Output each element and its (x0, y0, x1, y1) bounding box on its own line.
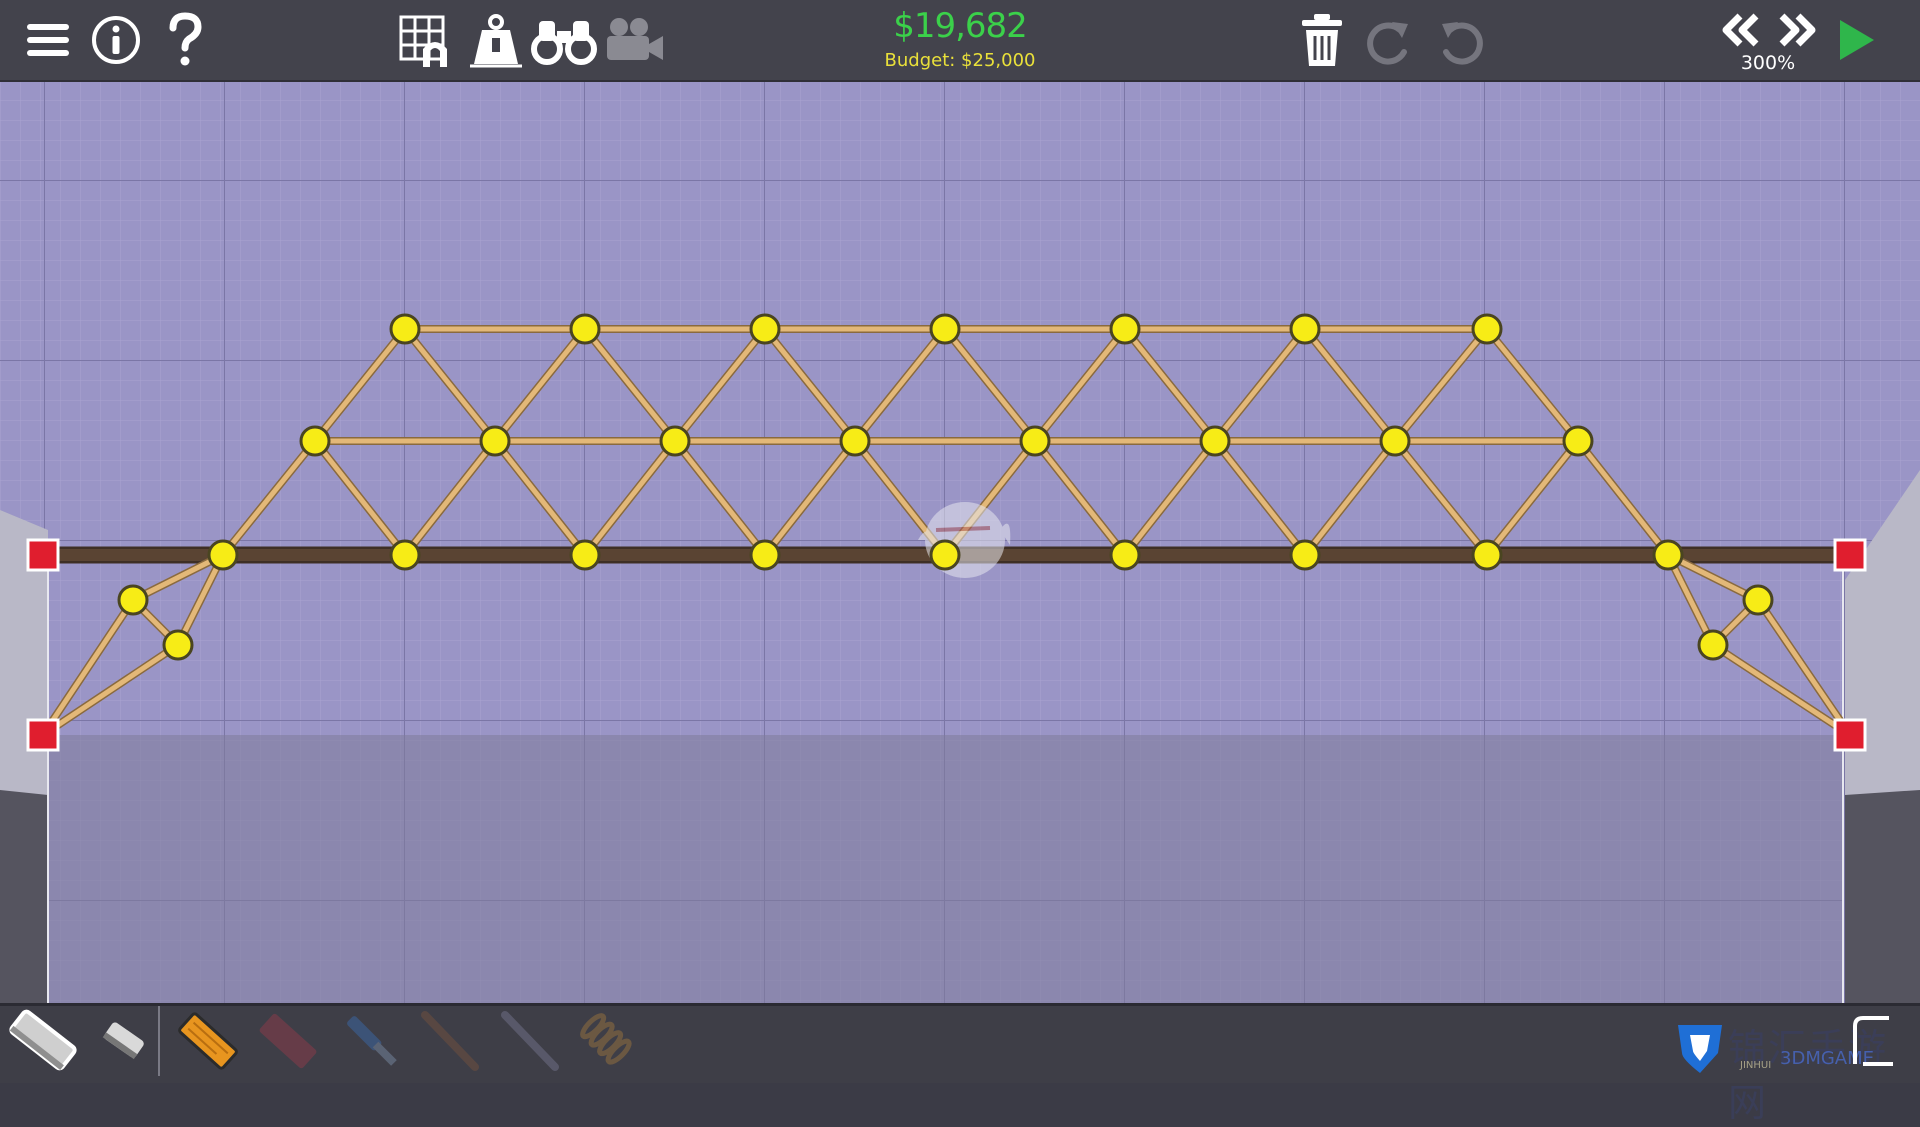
budget-label: Budget: $25,000 (884, 50, 1036, 71)
bridge-joint[interactable] (207, 539, 239, 571)
bridge-joint[interactable] (1471, 313, 1503, 345)
exit-icon[interactable] (1846, 1010, 1902, 1070)
help-icon[interactable] (160, 10, 210, 70)
bridge-joint[interactable] (929, 313, 961, 345)
right-cliff-shadow (1845, 790, 1920, 1003)
bridge-joint[interactable] (389, 313, 421, 345)
anchor-point (26, 538, 60, 572)
bridge-joint[interactable] (162, 629, 194, 661)
bridge-joint[interactable] (1379, 425, 1411, 457)
bridge-joint[interactable] (1562, 425, 1594, 457)
grid-snap-icon[interactable] (396, 10, 456, 70)
anchor-point (1833, 538, 1867, 572)
trash-icon[interactable] (1296, 10, 1348, 70)
fast-forward-icon[interactable] (1774, 10, 1820, 50)
bridge-joint[interactable] (749, 539, 781, 571)
info-icon[interactable] (88, 12, 144, 68)
eraser-icon[interactable] (96, 1012, 152, 1068)
anchor-point (1833, 718, 1867, 752)
camera-icon[interactable] (600, 14, 666, 66)
money-spent: $19,682 (893, 6, 1028, 46)
bridge-joint[interactable] (1289, 539, 1321, 571)
water-area (48, 735, 1843, 1003)
menu-icon[interactable] (22, 12, 74, 68)
toolbar-separator (158, 1006, 160, 1076)
play-icon[interactable] (1832, 14, 1882, 66)
bridge-joint[interactable] (1697, 629, 1729, 661)
bridge-joint[interactable] (1109, 539, 1141, 571)
bridge-joint[interactable] (1199, 425, 1231, 457)
bridge-joint[interactable] (569, 313, 601, 345)
bridge-canvas[interactable] (0, 80, 1920, 1003)
rewind-icon[interactable] (1718, 10, 1764, 50)
redo-icon[interactable] (1362, 12, 1418, 68)
bridge-joint[interactable] (569, 539, 601, 571)
bridge-joint[interactable] (1652, 539, 1684, 571)
top-toolbar: $19,682 Budget: $25,000 300% (0, 0, 1920, 82)
binoculars-icon[interactable] (530, 12, 598, 68)
watermark-subtext: JINHUI (1740, 1060, 1772, 1071)
weight-icon[interactable] (466, 10, 526, 70)
road-material-icon[interactable] (4, 1004, 82, 1076)
bridge-joint[interactable] (659, 425, 691, 457)
bridge-joint[interactable] (1109, 313, 1141, 345)
left-cliff-shadow (0, 790, 48, 1003)
bridge-joint[interactable] (1289, 313, 1321, 345)
bridge-joint[interactable] (1742, 584, 1774, 616)
bridge-joint[interactable] (479, 425, 511, 457)
rope-icon[interactable] (414, 1006, 486, 1076)
bridge-joint[interactable] (1471, 539, 1503, 571)
bridge-joint[interactable] (389, 539, 421, 571)
bridge-joint[interactable] (1019, 425, 1051, 457)
reinforced-road-icon[interactable] (252, 1006, 324, 1076)
anchor-point (26, 718, 60, 752)
bridge-joint[interactable] (749, 313, 781, 345)
cable-icon[interactable] (494, 1006, 566, 1076)
sim-speed-label: 300% (1740, 52, 1796, 74)
undo-icon[interactable] (1432, 12, 1488, 68)
bridge-joint[interactable] (299, 425, 331, 457)
bridge-joint[interactable] (117, 584, 149, 616)
bridge-joint[interactable] (839, 425, 871, 457)
bridge-joint[interactable] (929, 539, 961, 571)
hydraulics-icon[interactable] (336, 1006, 408, 1076)
spring-icon[interactable] (572, 1006, 644, 1076)
wood-material-icon[interactable] (172, 1006, 244, 1076)
watermark-shield-icon (1672, 1018, 1728, 1076)
build-area[interactable] (0, 80, 1920, 1003)
